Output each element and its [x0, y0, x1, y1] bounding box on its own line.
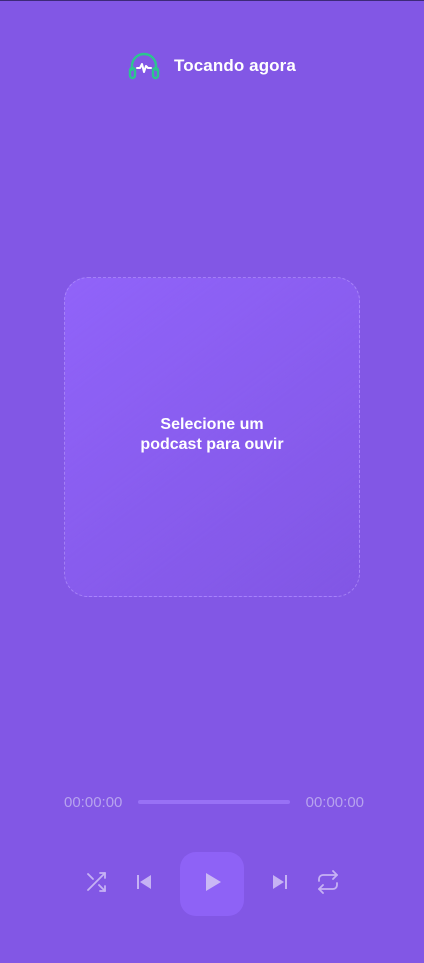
play-button[interactable] — [180, 852, 244, 916]
headphones-icon — [128, 52, 160, 80]
header: Tocando agora — [0, 51, 424, 81]
next-icon — [270, 872, 290, 897]
repeat-button[interactable] — [314, 869, 342, 899]
empty-state-line-1: Selecione um — [160, 416, 264, 433]
current-time: 00:00:00 — [64, 793, 123, 811]
page-title: Tocando agora — [174, 56, 296, 75]
shuffle-button[interactable] — [82, 870, 110, 898]
next-button[interactable] — [266, 870, 294, 898]
shuffle-icon — [84, 870, 108, 899]
play-icon — [201, 871, 223, 898]
empty-state-message: Selecione um podcast para ouvir — [140, 415, 283, 455]
empty-state-line-2: podcast para ouvir — [140, 436, 284, 453]
progress-area: 00:00:00 00:00:00 — [64, 792, 364, 812]
empty-podcast-card: Selecione um podcast para ouvir — [64, 277, 360, 597]
progress-slider[interactable] — [138, 800, 290, 804]
player-controls — [0, 852, 424, 916]
repeat-icon — [316, 869, 340, 899]
total-time: 00:00:00 — [305, 793, 364, 811]
previous-icon — [134, 872, 154, 897]
previous-button[interactable] — [130, 870, 158, 898]
